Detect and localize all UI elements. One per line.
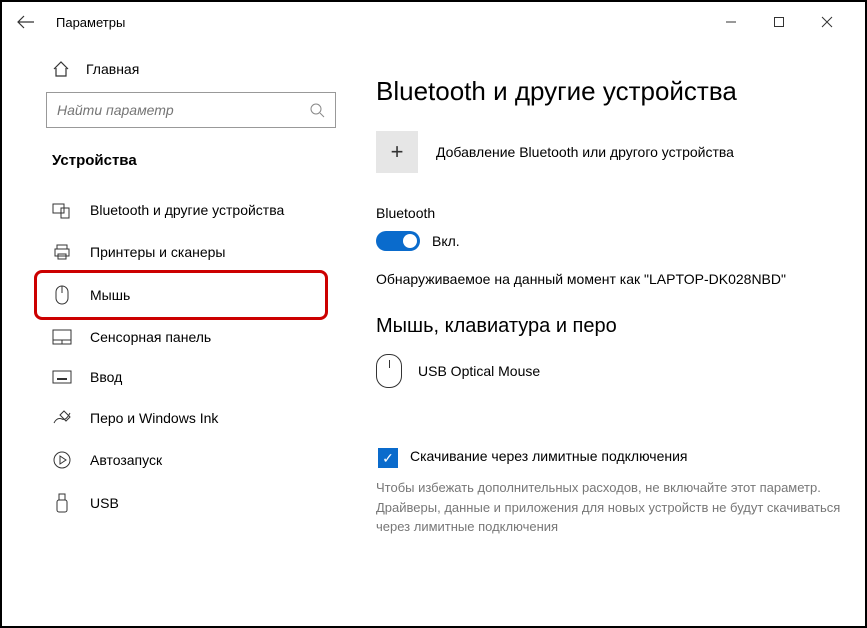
nav-touchpad[interactable]: Сенсорная панель [2, 317, 352, 357]
bluetooth-label: Bluetooth [376, 205, 841, 221]
section-header: Устройства [2, 148, 352, 175]
nav-item-label: Bluetooth и другие устройства [90, 202, 284, 218]
nav-autoplay[interactable]: Автозапуск [2, 439, 352, 481]
nav-item-label: USB [90, 495, 119, 511]
window-title: Параметры [56, 15, 125, 30]
nav-item-label: Ввод [90, 369, 122, 385]
back-button[interactable] [10, 6, 42, 38]
devices-icon [52, 201, 72, 219]
bluetooth-toggle[interactable] [376, 231, 420, 251]
nav-pen[interactable]: Перо и Windows Ink [2, 397, 352, 439]
nav-mouse[interactable]: Мышь [2, 273, 352, 317]
add-device-button[interactable]: + Добавление Bluetooth или другого устро… [376, 131, 841, 173]
device-item[interactable]: USB Optical Mouse [376, 354, 841, 388]
plus-icon: + [376, 131, 418, 173]
maximize-button[interactable] [767, 10, 791, 34]
search-icon [309, 102, 325, 118]
pen-icon [52, 409, 72, 427]
nav-item-label: Принтеры и сканеры [90, 244, 225, 260]
nav-bluetooth[interactable]: Bluetooth и другие устройства [2, 189, 352, 231]
titlebar: Параметры [2, 2, 865, 42]
nav-typing[interactable]: Ввод [2, 357, 352, 397]
peripherals-header: Мышь, клавиатура и перо [376, 315, 841, 338]
page-title: Bluetooth и другие устройства [376, 76, 841, 107]
autoplay-icon [52, 451, 72, 469]
search-input[interactable] [57, 102, 309, 118]
nav-item-label: Сенсорная панель [90, 329, 211, 345]
home-label: Главная [86, 61, 139, 77]
printer-icon [52, 243, 72, 261]
nav-printers[interactable]: Принтеры и сканеры [2, 231, 352, 273]
add-device-label: Добавление Bluetooth или другого устройс… [436, 144, 734, 160]
nav-usb[interactable]: USB [2, 481, 352, 525]
touchpad-icon [52, 329, 72, 345]
device-name: USB Optical Mouse [418, 363, 540, 379]
mouse-device-icon [376, 354, 402, 388]
minimize-button[interactable] [719, 10, 743, 34]
keyboard-icon [52, 370, 72, 384]
home-link[interactable]: Главная [2, 52, 352, 92]
discoverable-text: Обнаруживаемое на данный момент как "LAP… [376, 271, 841, 287]
metered-help-text: Чтобы избежать дополнительных расходов, … [376, 478, 841, 537]
close-button[interactable] [815, 10, 839, 34]
nav-list: Bluetooth и другие устройства Принтеры и… [2, 189, 352, 525]
nav-item-label: Перо и Windows Ink [90, 410, 218, 426]
search-box[interactable] [46, 92, 336, 128]
sidebar: Главная Устройства Bluetooth и другие ус… [2, 42, 352, 626]
mouse-icon [52, 285, 72, 305]
metered-label: Скачивание через лимитные подключения [410, 448, 687, 464]
metered-checkbox[interactable]: ✓ [378, 448, 398, 468]
usb-icon [52, 493, 72, 513]
window-controls [719, 10, 857, 34]
home-icon [52, 60, 70, 78]
nav-item-label: Мышь [90, 287, 130, 303]
nav-item-label: Автозапуск [90, 452, 162, 468]
main-content: Bluetooth и другие устройства + Добавлен… [352, 42, 865, 626]
bluetooth-state: Вкл. [432, 233, 460, 249]
